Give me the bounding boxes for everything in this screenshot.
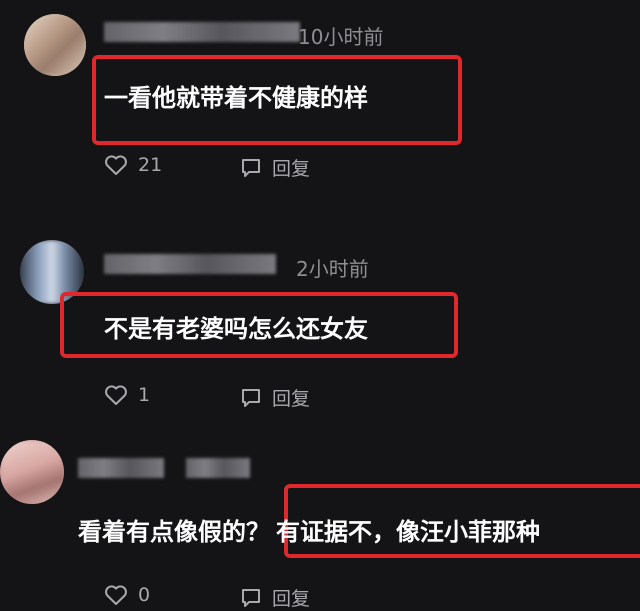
reply-label: 回复 xyxy=(272,588,311,610)
heart-icon xyxy=(105,585,127,605)
reply-label: 回复 xyxy=(272,388,311,410)
reply-button[interactable]: 回复 xyxy=(240,584,310,611)
username-redacted[interactable] xyxy=(104,22,300,42)
like-button[interactable]: 0 xyxy=(104,584,150,606)
avatar-pixelation xyxy=(24,14,86,76)
comment-text-highlighted: 有证据不，像汪小菲那种 xyxy=(276,518,540,546)
comment-text: 一看他就带着不健康的样 xyxy=(104,84,368,112)
heart-icon xyxy=(105,385,127,405)
like-count: 21 xyxy=(138,154,163,176)
like-count: 1 xyxy=(138,384,151,406)
username-redacted[interactable] xyxy=(104,254,276,274)
reply-bubble-icon xyxy=(242,388,260,407)
comment-text: 不是有老婆吗怎么还女友 xyxy=(104,315,368,343)
comment-text-plain: 看着有点像假的？ xyxy=(78,518,270,546)
username-redacted[interactable] xyxy=(78,458,164,478)
reply-button[interactable]: 回复 xyxy=(240,384,310,411)
avatar[interactable] xyxy=(24,14,86,76)
username-redacted[interactable] xyxy=(186,458,250,478)
like-button[interactable]: 1 xyxy=(104,384,150,406)
comment-text: 看着有点像假的？ 有证据不，像汪小菲那种 xyxy=(78,512,540,547)
reply-bubble-icon xyxy=(242,158,260,177)
like-count: 0 xyxy=(138,584,151,606)
reply-button[interactable]: 回复 xyxy=(240,154,310,181)
avatar-pixelation xyxy=(0,440,64,504)
avatar[interactable] xyxy=(0,440,64,504)
reply-bubble-icon xyxy=(242,588,260,607)
heart-icon xyxy=(105,155,127,175)
timestamp: 2小时前 xyxy=(296,257,369,281)
like-button[interactable]: 21 xyxy=(104,154,162,176)
reply-label: 回复 xyxy=(272,158,311,180)
timestamp: 10小时前 xyxy=(298,25,384,49)
